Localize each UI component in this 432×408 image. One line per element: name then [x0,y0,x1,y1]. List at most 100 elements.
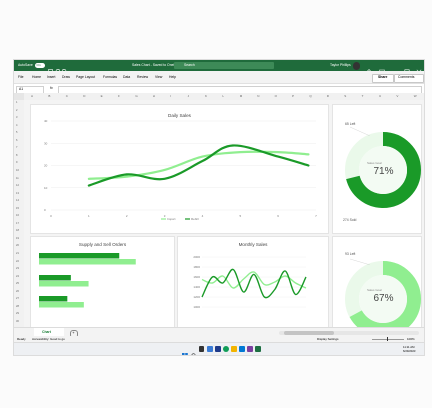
status-accessibility[interactable]: Accessibility: Good to go [32,337,65,341]
column-header[interactable]: M [240,95,243,98]
row-header[interactable]: 21 [16,252,19,256]
column-header[interactable]: K [205,95,207,98]
row-header[interactable]: 2 [16,109,17,113]
row-header[interactable]: 4 [16,124,17,128]
row-header[interactable]: 6 [16,139,17,143]
search-box[interactable]: Search [174,62,274,76]
zoom-level[interactable]: 100% [407,337,415,341]
column-header[interactable]: R [327,95,329,98]
edge-icon[interactable] [223,346,229,352]
column-header[interactable]: C [66,95,68,98]
row-header[interactable]: 24 [16,275,19,279]
column-header[interactable]: I [170,95,171,98]
row-header[interactable]: 12 [16,184,19,188]
mail-icon[interactable] [239,346,245,352]
supply-sell-chart[interactable]: Supply and Sell Orders [30,236,175,329]
taskbar-search-icon[interactable] [191,346,197,355]
column-header[interactable]: D [83,95,85,98]
sales-goal-donut-bottom[interactable]: 93 Left Sales Goal 67% [332,236,422,329]
save-icon[interactable] [48,62,53,75]
column-header[interactable]: B [48,95,50,98]
row-header[interactable]: 25 [16,283,19,286]
bar[interactable] [39,253,120,259]
row-header[interactable]: 13 [16,192,19,196]
column-header[interactable]: S [344,95,346,98]
menu-formulas[interactable]: Formulas [103,75,117,79]
tray-date[interactable]: 6/29/2023 [403,350,415,353]
bar[interactable] [39,302,84,308]
column-header[interactable]: T [362,95,364,98]
column-header[interactable]: O [275,95,277,98]
avatar[interactable] [353,61,360,70]
row-header[interactable]: 9 [16,162,17,165]
row-header[interactable]: 29 [16,313,19,316]
menu-data[interactable]: Data [123,75,130,79]
horizontal-scrollbar[interactable] [279,330,419,335]
row-header[interactable]: 7 [16,147,17,150]
scrollbar-thumb[interactable] [284,330,334,335]
row-header[interactable]: 17 [16,222,19,226]
menu-home[interactable]: Home [32,75,41,79]
row-header[interactable]: 22 [16,260,19,264]
monthly-sales-chart[interactable]: Monthly Sales 1000 1200 1400 1600 1800 2000 [177,236,329,329]
column-header[interactable]: A [31,95,33,98]
bar[interactable] [39,296,68,302]
worksheet-grid[interactable]: Daily Sales 0 10 20 30 40 0 1 2 3 4 5 6 7 Import Rebil… [24,100,424,329]
select-all-corner[interactable] [14,93,24,100]
menu-view[interactable]: View [155,75,162,79]
row-header[interactable]: 26 [16,290,19,294]
undo-icon[interactable] [55,62,61,74]
redo-icon[interactable] [61,62,67,74]
teams-icon[interactable] [215,346,221,352]
zoom-slider[interactable] [372,337,404,341]
menu-file[interactable]: File [18,75,23,79]
bar[interactable] [39,259,136,265]
row-header[interactable]: 23 [16,267,19,271]
row-header[interactable]: 15 [16,207,19,211]
column-header[interactable]: H [153,95,155,98]
column-header[interactable]: N [257,95,259,98]
row-header[interactable]: 27 [16,298,19,301]
column-header[interactable]: U [379,95,381,98]
row-header[interactable]: 8 [16,154,17,158]
column-header[interactable]: F [118,95,120,98]
row-header[interactable]: 16 [16,215,19,218]
store-icon[interactable] [247,346,253,352]
menu-review[interactable]: Review [137,75,148,79]
row-header[interactable]: 5 [16,132,17,135]
menu-help[interactable]: Help [169,75,176,79]
display-settings[interactable]: Display Settings [317,337,339,341]
row-header[interactable]: 19 [16,237,19,241]
sales-goal-donut-top[interactable]: 65 Left Sales Goal 71% 274 Sold [332,104,422,234]
column-header[interactable]: V [396,95,398,98]
daily-sales-chart[interactable]: Daily Sales 0 10 20 30 40 0 1 2 3 4 5 6 7 Import Rebil… [30,104,329,234]
start-icon[interactable] [182,346,188,355]
share-button[interactable]: Share [372,73,394,83]
column-header[interactable]: P [292,95,294,98]
column-header[interactable]: E [101,95,103,98]
column-header[interactable]: L [222,95,224,98]
column-header[interactable]: J [188,95,190,98]
row-header[interactable]: 20 [16,245,19,248]
bar[interactable] [39,275,71,281]
bar[interactable] [39,281,89,287]
autosave-toggle[interactable]: On [35,62,45,68]
row-header[interactable]: 10 [16,169,19,173]
menu-page-layout[interactable]: Page Layout [76,75,95,79]
row-header[interactable]: 18 [16,230,19,233]
row-header[interactable]: 28 [16,305,19,309]
widgets-icon[interactable] [207,346,213,352]
tray-chevron-icon[interactable] [388,347,392,355]
column-header[interactable]: Q [309,95,311,98]
task-view-icon[interactable] [199,346,204,352]
row-header[interactable]: 14 [16,200,19,203]
row-header[interactable]: 30 [16,320,19,324]
row-header[interactable]: 3 [16,116,17,120]
excel-taskbar-icon[interactable] [255,346,261,352]
column-header[interactable]: W [414,95,417,98]
zoom-thumb[interactable] [387,337,389,341]
row-header[interactable]: 1 [16,101,17,105]
menu-draw[interactable]: Draw [62,75,70,79]
comments-button[interactable]: Comments [394,73,424,83]
row-header[interactable]: 11 [16,177,19,181]
